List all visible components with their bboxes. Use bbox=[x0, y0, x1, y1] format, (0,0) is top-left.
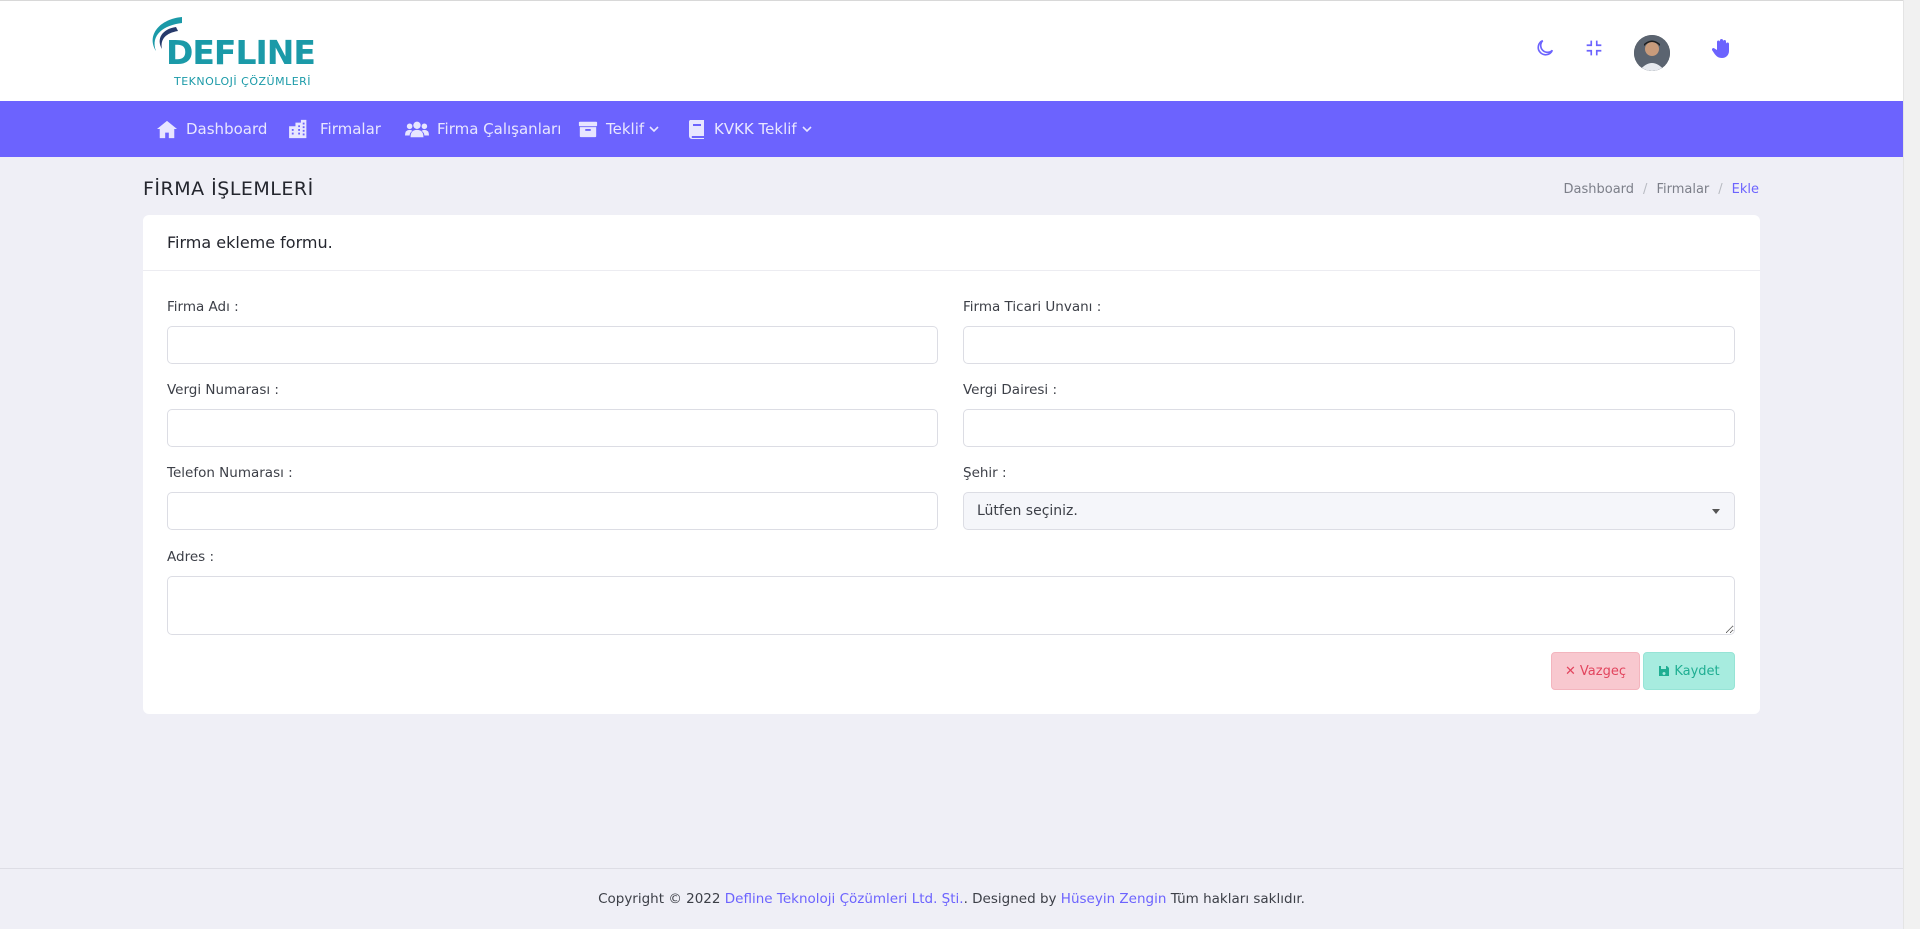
footer-rights: Tüm hakları saklıdır. bbox=[1166, 891, 1305, 907]
logo-subtitle: TEKNOLOJİ ÇÖZÜMLERİ bbox=[174, 75, 312, 88]
book-icon bbox=[688, 120, 704, 139]
breadcrumb: Dashboard / Firmalar / Ekle bbox=[1564, 182, 1759, 197]
nav-label-kvkk-teklif: KVKK Teklif bbox=[714, 120, 797, 138]
avatar[interactable] bbox=[1634, 35, 1670, 71]
users-icon bbox=[405, 121, 429, 138]
nav-label-teklif: Teklif bbox=[606, 120, 645, 138]
save-icon bbox=[1659, 666, 1670, 676]
footer-company-link[interactable]: Defline Teknoloji Çözümleri Ltd. Şti. bbox=[725, 891, 964, 907]
footer-designer-link[interactable]: Hüseyin Zengin bbox=[1061, 891, 1167, 907]
breadcrumb-ekle: Ekle bbox=[1731, 182, 1759, 197]
label-vergi-dairesi: Vergi Dairesi : bbox=[963, 382, 1058, 398]
cancel-label: Vazgeç bbox=[1579, 663, 1626, 679]
label-adres: Adres : bbox=[167, 549, 214, 565]
moon-icon[interactable] bbox=[1534, 37, 1562, 65]
footer-copyright: Copyright © 2022 bbox=[598, 891, 725, 907]
nav-label-firmalar: Firmalar bbox=[320, 120, 381, 138]
top-header: DEFLINE TEKNOLOJİ ÇÖZÜMLERİ bbox=[0, 0, 1903, 101]
label-ticari-unvan: Firma Ticari Unvanı : bbox=[963, 299, 1102, 315]
sehir-select[interactable]: Lütfen seçiniz. bbox=[963, 492, 1735, 530]
breadcrumb-firmalar[interactable]: Firmalar bbox=[1656, 182, 1709, 197]
footer: Copyright © 2022 Defline Teknoloji Çözüm… bbox=[0, 868, 1903, 929]
nav-item-teklif[interactable]: Teklif bbox=[578, 101, 659, 157]
form-card-header: Firma ekleme formu. bbox=[143, 215, 1760, 271]
cancel-button[interactable]: ✕ Vazgeç bbox=[1551, 652, 1640, 690]
breadcrumb-separator: / bbox=[1643, 182, 1648, 197]
caret-down-icon bbox=[1712, 509, 1720, 514]
page-title: FİRMA İŞLEMLERİ bbox=[143, 178, 314, 200]
chevron-down-icon bbox=[802, 126, 812, 133]
compress-icon[interactable] bbox=[1583, 37, 1611, 65]
logo-text: DEFLINE bbox=[166, 33, 316, 72]
label-telefon: Telefon Numarası : bbox=[167, 465, 293, 481]
telefon-input[interactable] bbox=[167, 492, 938, 530]
nav-label-firma-calisanlari: Firma Çalışanları bbox=[437, 120, 562, 138]
breadcrumb-dashboard[interactable]: Dashboard bbox=[1564, 182, 1635, 197]
company-logo[interactable]: DEFLINE TEKNOLOJİ ÇÖZÜMLERİ bbox=[142, 13, 342, 93]
sehir-selected-value: Lütfen seçiniz. bbox=[977, 503, 1078, 519]
adres-textarea[interactable] bbox=[167, 576, 1735, 635]
footer-designed-by: . Designed by bbox=[963, 891, 1061, 907]
label-sehir: Şehir : bbox=[963, 465, 1007, 481]
vergi-numarasi-input[interactable] bbox=[167, 409, 938, 447]
firma-adi-input[interactable] bbox=[167, 326, 938, 364]
building-icon bbox=[289, 119, 307, 139]
breadcrumb-separator: / bbox=[1718, 182, 1723, 197]
vergi-dairesi-input[interactable] bbox=[963, 409, 1735, 447]
close-icon: ✕ bbox=[1565, 663, 1576, 679]
home-icon bbox=[157, 120, 177, 139]
save-button[interactable]: Kaydet bbox=[1643, 652, 1735, 690]
chevron-down-icon bbox=[649, 126, 659, 133]
nav-item-dashboard[interactable]: Dashboard bbox=[156, 101, 267, 157]
nav-item-kvkk-teklif[interactable]: KVKK Teklif bbox=[688, 101, 812, 157]
nav-item-firma-calisanlari[interactable]: Firma Çalışanları bbox=[405, 101, 561, 157]
page-scrollbar[interactable] bbox=[1903, 0, 1920, 929]
ticari-unvan-input[interactable] bbox=[963, 326, 1735, 364]
archive-icon bbox=[578, 121, 598, 138]
save-label: Kaydet bbox=[1674, 663, 1720, 679]
main-navbar: Dashboard Firmalar Firma Çalışanları Tek… bbox=[0, 101, 1903, 157]
form-card: Firma ekleme formu. Firma Adı : Firma Ti… bbox=[143, 215, 1760, 714]
label-firma-adi: Firma Adı : bbox=[167, 299, 239, 315]
nav-label-dashboard: Dashboard bbox=[186, 120, 268, 138]
nav-item-firmalar[interactable]: Firmalar bbox=[288, 101, 381, 157]
hand-wave-icon[interactable] bbox=[1710, 37, 1738, 65]
label-vergi-numarasi: Vergi Numarası : bbox=[167, 382, 279, 398]
